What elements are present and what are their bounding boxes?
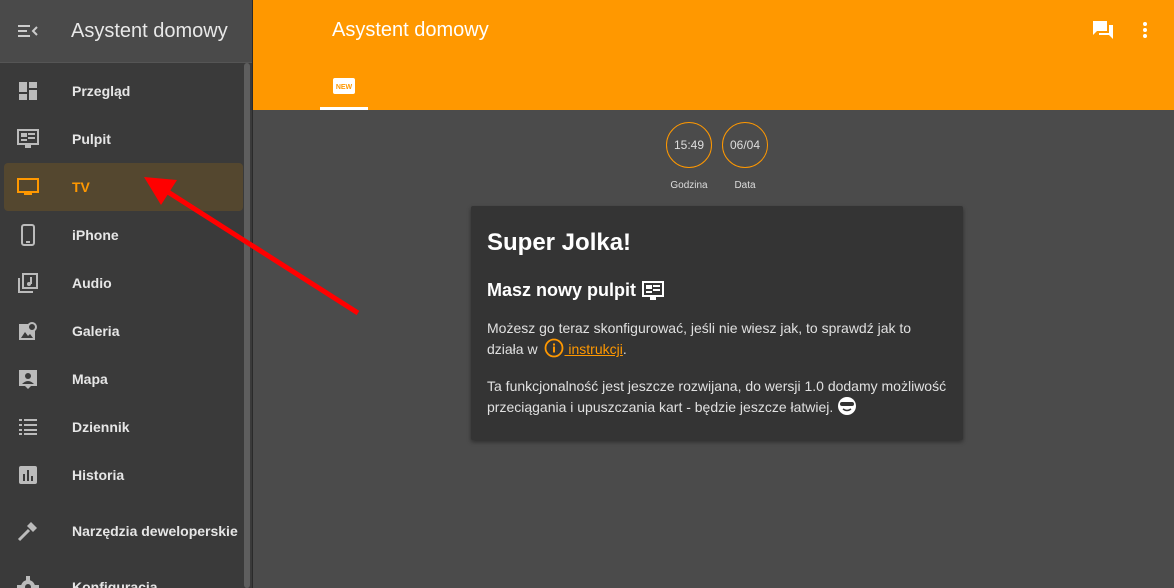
sidebar-item-label: Pulpit [72, 131, 111, 147]
sidebar-item-przeglad[interactable]: Przegląd [4, 67, 243, 115]
instructions-link[interactable]: instrukcji [564, 341, 622, 357]
new-box-icon: NEW [333, 77, 355, 94]
tv-icon [4, 177, 52, 197]
more-menu-button[interactable] [1135, 16, 1155, 44]
sidebar-item-label: Audio [72, 275, 112, 291]
card-subtitle-text: Masz nowy pulpit [487, 280, 637, 300]
badge-time[interactable]: 15:49 Godzina [665, 122, 713, 191]
cog-icon [4, 576, 52, 588]
card-subtitle: Masz nowy pulpit [487, 280, 947, 301]
welcome-card: Super Jolka! Masz nowy pulpit Możesz go … [471, 206, 963, 440]
monitor-dashboard-icon [642, 280, 665, 300]
dashboard-icon [4, 81, 52, 101]
sidebar-item-iphone[interactable]: iPhone [4, 211, 243, 259]
sidebar-item-label: Galeria [72, 323, 120, 339]
sidebar: Asystent domowy Przegląd Pulpit TV iPhon… [0, 0, 253, 588]
sidebar-item-label: Przegląd [72, 83, 131, 99]
sidebar-item-label: Konfiguracja [72, 579, 158, 588]
sunglasses-emoji-icon [838, 397, 857, 415]
sidebar-item-dziennik[interactable]: Dziennik [4, 403, 243, 451]
sidebar-item-mapa[interactable]: Mapa [4, 355, 243, 403]
hammer-icon [4, 520, 52, 542]
menu-open-icon [18, 25, 38, 37]
app-header: Asystent domowy NEW [253, 0, 1174, 110]
sidebar-item-konfiguracja[interactable]: Konfiguracja [4, 563, 243, 588]
sidebar-item-tv[interactable]: TV [4, 163, 243, 211]
sidebar-item-label: TV [72, 179, 90, 195]
poll-box-icon [4, 465, 52, 485]
account-box-icon [4, 369, 52, 389]
phone-icon [4, 224, 52, 246]
sidebar-item-label: Dziennik [72, 419, 130, 435]
sidebar-item-historia[interactable]: Historia [4, 451, 243, 499]
sidebar-nav: Przegląd Pulpit TV iPhone Audio Galeria … [0, 63, 252, 588]
tab-new-label: NEW [336, 84, 353, 91]
badge-date[interactable]: 06/04 Data [721, 122, 769, 191]
badge-caption: Data [734, 180, 756, 191]
page-title: Asystent domowy [332, 19, 489, 41]
badge-value: 15:49 [666, 122, 712, 168]
sidebar-item-label: Historia [72, 467, 125, 483]
card-text-end: . [622, 341, 627, 357]
sidebar-item-narzedzia[interactable]: Narzędzia deweloperskie [4, 499, 243, 563]
sidebar-item-label: iPhone [72, 227, 119, 243]
sidebar-item-pulpit[interactable]: Pulpit [4, 115, 243, 163]
collapse-menu-button[interactable] [0, 0, 56, 63]
badge-value: 06/04 [722, 122, 768, 168]
comment-icon [1093, 21, 1113, 39]
card-paragraph-2: Ta funkcjonalność jest jeszcze rozwijana… [487, 376, 947, 417]
info-icon [545, 338, 564, 358]
image-search-icon [4, 321, 52, 341]
sidebar-scrollbar[interactable] [244, 63, 250, 588]
sidebar-item-audio[interactable]: Audio [4, 259, 243, 307]
sidebar-item-label: Narzędzia deweloperskie [72, 523, 238, 539]
sidebar-item-label: Mapa [72, 371, 108, 387]
format-list-icon [4, 418, 52, 436]
monitor-dashboard-icon [4, 129, 52, 149]
tab-new[interactable]: NEW [320, 64, 368, 110]
sidebar-header: Asystent domowy [0, 0, 252, 63]
sidebar-title: Asystent domowy [71, 19, 228, 42]
badge-caption: Godzina [670, 180, 708, 191]
card-title: Super Jolka! [487, 229, 632, 256]
conversation-button[interactable] [1089, 16, 1117, 44]
music-library-icon [4, 273, 52, 293]
sidebar-item-galeria[interactable]: Galeria [4, 307, 243, 355]
card-paragraph-1: Możesz go teraz skonfigurować, jeśli nie… [487, 318, 947, 359]
card-text: Ta funkcjonalność jest jeszcze rozwijana… [487, 378, 947, 415]
dots-vertical-icon [1143, 22, 1147, 38]
